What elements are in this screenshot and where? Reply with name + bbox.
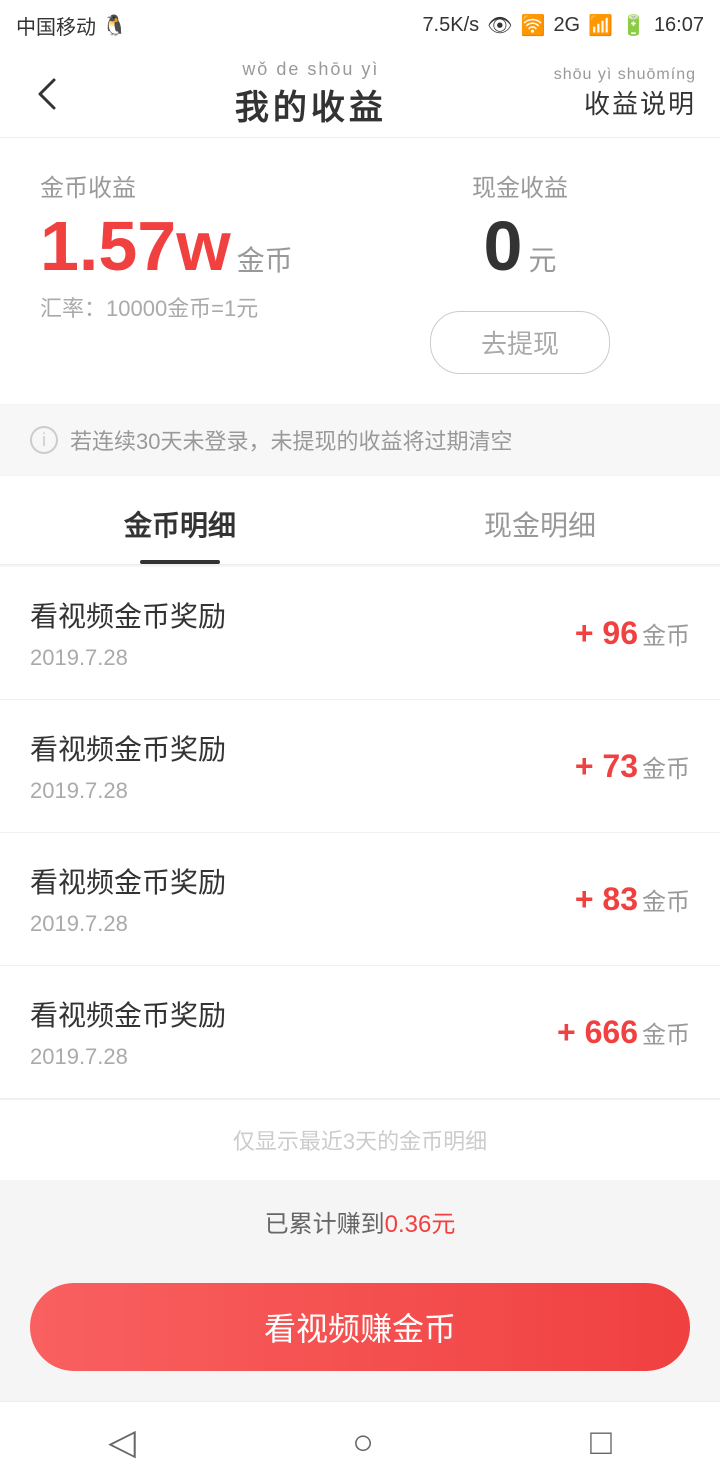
tx-left-1: 看视频金币奖励 2019.7.28: [30, 595, 226, 671]
transaction-item-1: 看视频金币奖励 2019.7.28 + 96 金币: [0, 567, 720, 700]
cash-earnings-col: 现金收益 0 元 去提现: [360, 168, 680, 374]
coin-earnings-col: 金币收益 1.57w 金币 汇率：10000金币=1元: [40, 168, 360, 323]
signal-2g: 2G: [553, 14, 580, 37]
nav-recent-button[interactable]: □: [590, 1421, 612, 1463]
watch-video-button[interactable]: 看视频赚金币: [30, 1283, 690, 1371]
total-earned-value: 0.36元: [385, 1211, 456, 1238]
bottom-nav: ◁ ○ □: [0, 1401, 720, 1481]
battery-icon: 🔋: [621, 13, 646, 38]
total-earned-section: 已累计赚到0.36元: [0, 1180, 720, 1263]
withdraw-btn-area: 去提现: [430, 311, 610, 374]
tx-unit-3: 金币: [642, 882, 690, 917]
tx-amount-4: + 666 金币: [557, 1014, 690, 1051]
transaction-item-3: 看视频金币奖励 2019.7.28 + 83 金币: [0, 833, 720, 966]
warning-text: 若连续30天未登录，未提现的收益将过期清空: [70, 424, 512, 456]
page-title-pinyin: wǒ de shōu yì: [68, 59, 554, 80]
transaction-list: 看视频金币奖励 2019.7.28 + 96 金币 看视频金币奖励 2019.7…: [0, 567, 720, 1180]
back-button[interactable]: [24, 72, 68, 116]
eye-icon: 👁: [487, 13, 512, 38]
tx-unit-1: 金币: [642, 616, 690, 651]
time-display: 16:07: [654, 14, 704, 37]
top-nav: wǒ de shōu yì 我的收益 shōu yì shuōmíng 收益说明: [0, 50, 720, 138]
tx-left-4: 看视频金币奖励 2019.7.28: [30, 994, 226, 1070]
cash-amount: 0: [484, 211, 523, 281]
tx-amount-2: + 73 金币: [575, 748, 690, 785]
tx-amount-1: + 96 金币: [575, 615, 690, 652]
tx-amount-3: + 83 金币: [575, 881, 690, 918]
coin-earnings-label: 金币收益: [40, 168, 360, 203]
earnings-info-pinyin: shōu yì shuōmíng: [554, 66, 696, 84]
tx-title-1: 看视频金币奖励: [30, 595, 226, 635]
page-title-main: 我的收益: [68, 80, 554, 129]
tx-date-1: 2019.7.28: [30, 645, 226, 671]
qq-icon: 🐧: [102, 13, 127, 38]
transaction-item-4: 看视频金币奖励 2019.7.28 + 666 金币: [0, 966, 720, 1099]
wifi-icon: 🛜: [521, 13, 546, 38]
coin-earnings-value: 1.57w 金币: [40, 211, 360, 281]
tx-date-2: 2019.7.28: [30, 778, 226, 804]
tx-title-4: 看视频金币奖励: [30, 994, 226, 1034]
earnings-row: 金币收益 1.57w 金币 汇率：10000金币=1元 现金收益 0 元 去提现: [40, 168, 680, 374]
status-carrier: 中国移动 🐧: [16, 11, 127, 40]
nav-home-button[interactable]: ○: [352, 1421, 374, 1463]
withdraw-button[interactable]: 去提现: [430, 311, 610, 374]
tx-unit-2: 金币: [642, 749, 690, 784]
network-speed: 7.5K/s: [422, 14, 479, 37]
tx-left-2: 看视频金币奖励 2019.7.28: [30, 728, 226, 804]
tab-cash-detail[interactable]: 现金明细: [360, 476, 720, 564]
tx-value-3: + 83: [575, 881, 638, 918]
signal-bars: 📶: [588, 13, 613, 38]
page-title-area: wǒ de shōu yì 我的收益: [68, 59, 554, 129]
tab-bar: 金币明细 现金明细: [0, 476, 720, 565]
transaction-item-2: 看视频金币奖励 2019.7.28 + 73 金币: [0, 700, 720, 833]
earnings-info-button[interactable]: shōu yì shuōmíng 收益说明: [554, 66, 696, 121]
tx-value-2: + 73: [575, 748, 638, 785]
tx-date-3: 2019.7.28: [30, 911, 226, 937]
tx-date-4: 2019.7.28: [30, 1044, 226, 1070]
status-right: 7.5K/s 👁 🛜 2G 📶 🔋 16:07: [422, 13, 704, 38]
tx-left-3: 看视频金币奖励 2019.7.28: [30, 861, 226, 937]
tx-title-2: 看视频金币奖励: [30, 728, 226, 768]
total-earned-prefix: 已累计赚到: [265, 1211, 385, 1238]
watch-btn-area: 看视频赚金币: [0, 1263, 720, 1401]
carrier-text: 中国移动: [16, 11, 96, 40]
tx-value-1: + 96: [575, 615, 638, 652]
info-icon: i: [30, 426, 58, 454]
nav-back-button[interactable]: ◁: [108, 1421, 136, 1463]
footer-notice: 仅显示最近3天的金币明细: [0, 1099, 720, 1180]
earnings-info-label: 收益说明: [554, 84, 696, 121]
tab-coin-detail[interactable]: 金币明细: [0, 476, 360, 564]
cash-earnings-label: 现金收益: [472, 168, 568, 203]
exchange-rate: 汇率：10000金币=1元: [40, 291, 360, 323]
cash-unit: 元: [528, 239, 556, 279]
status-bar: 中国移动 🐧 7.5K/s 👁 🛜 2G 📶 🔋 16:07: [0, 0, 720, 50]
tx-value-4: + 666: [557, 1014, 638, 1051]
tx-unit-4: 金币: [642, 1015, 690, 1050]
tx-title-3: 看视频金币奖励: [30, 861, 226, 901]
cash-earnings-value: 0 元: [484, 211, 557, 281]
coin-unit: 金币: [237, 239, 293, 279]
earnings-section: 金币收益 1.57w 金币 汇率：10000金币=1元 现金收益 0 元 去提现: [0, 138, 720, 404]
coin-amount: 1.57w: [40, 211, 231, 281]
warning-banner: i 若连续30天未登录，未提现的收益将过期清空: [0, 406, 720, 474]
